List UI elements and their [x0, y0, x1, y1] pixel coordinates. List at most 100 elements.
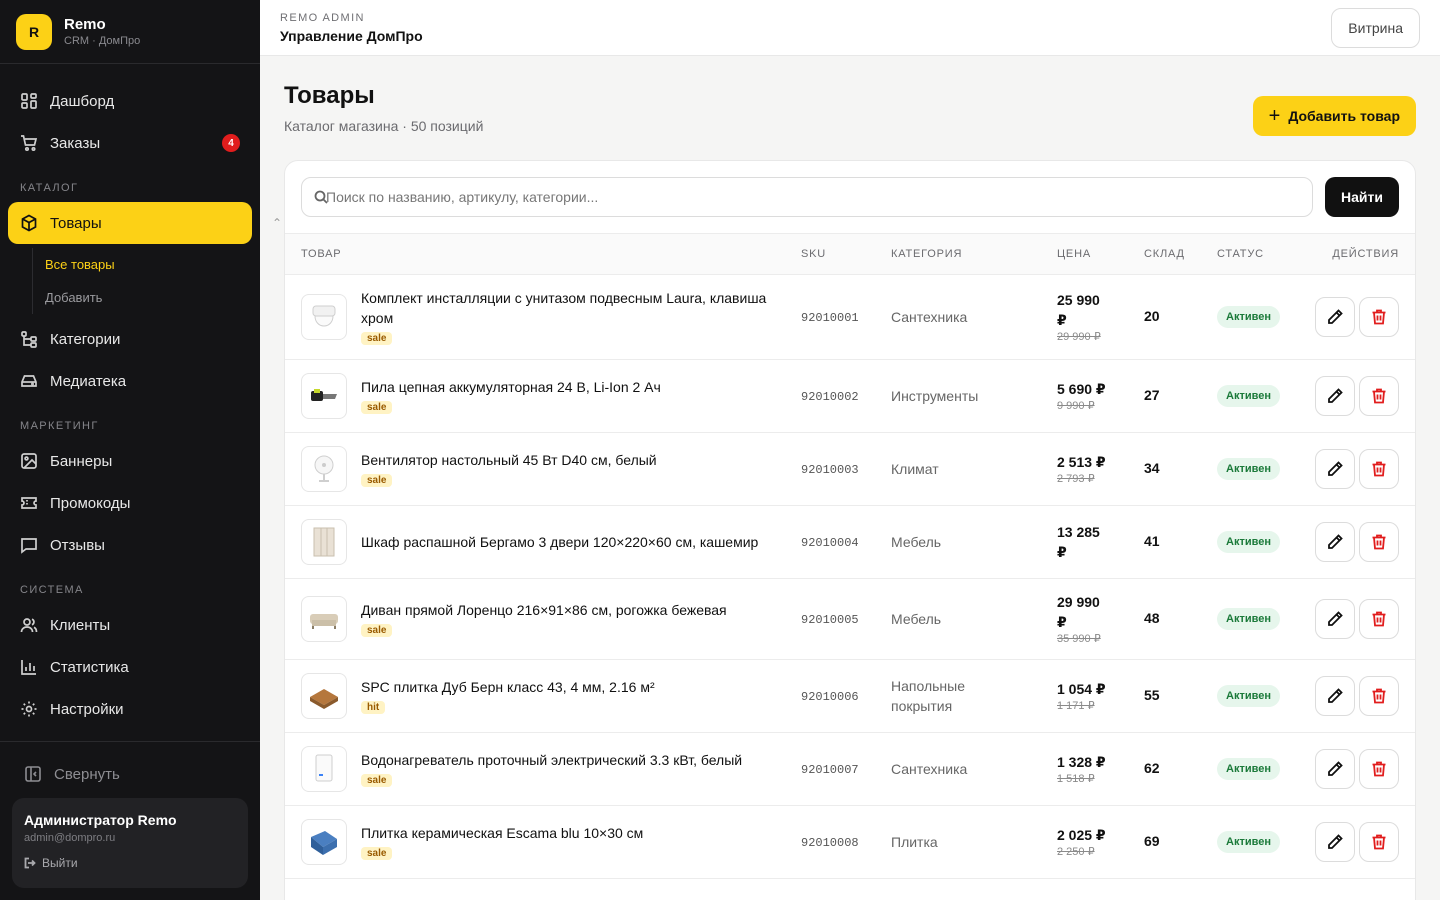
product-name[interactable]: Плитка керамическая Escama blu 10×30 см	[361, 823, 643, 843]
edit-button[interactable]	[1315, 748, 1355, 789]
search-input[interactable]	[302, 178, 1313, 216]
product-name[interactable]: Шкаф распашной Бергамо 3 двери 120×220×6…	[361, 532, 758, 552]
sidebar-item-settings[interactable]: Настройки	[8, 688, 252, 730]
product-price: 1 328 ₽	[1057, 753, 1106, 770]
user-name: Администратор Remo	[24, 812, 177, 828]
sidebar-item-media[interactable]: Медиатека	[8, 360, 252, 402]
col-header-price[interactable]: ЦЕНА	[1041, 234, 1128, 275]
product-sku: 92010006	[801, 689, 859, 704]
delete-button[interactable]	[1359, 521, 1399, 562]
product-name[interactable]: Комплект инсталляции с унитазом подвесны…	[361, 288, 769, 328]
product-tag: hit	[361, 700, 386, 714]
table-row[interactable]: SPC плитка Дуб Берн класс 43, 4 мм, 2.16…	[285, 659, 1415, 733]
delete-button[interactable]	[1359, 598, 1399, 639]
col-header-status[interactable]: СТАТУС	[1201, 234, 1296, 275]
product-old-price: 35 990 ₽	[1057, 632, 1101, 645]
subnav-item-add-product[interactable]: Добавить	[45, 281, 252, 314]
delete-button[interactable]	[1359, 296, 1399, 337]
product-cell: Шкаф распашной Бергамо 3 двери 120×220×6…	[301, 518, 769, 565]
row-actions	[1312, 598, 1399, 639]
sidebar-item-orders[interactable]: Заказы 4	[8, 122, 252, 164]
edit-button[interactable]	[1315, 675, 1355, 716]
sidebar-item-promocodes[interactable]: Промокоды	[8, 482, 252, 524]
pencil-icon	[1328, 687, 1343, 703]
table-row[interactable]: Пила цепная аккумуляторная 24 В, Li-Ion …	[285, 359, 1415, 433]
delete-button[interactable]	[1359, 375, 1399, 416]
edit-button[interactable]	[1315, 448, 1355, 489]
delete-button[interactable]	[1359, 675, 1399, 716]
edit-button[interactable]	[1315, 375, 1355, 416]
product-sku: 92010002	[801, 389, 859, 404]
edit-button[interactable]	[1315, 821, 1355, 862]
product-price: 13 285 ₽	[1057, 523, 1100, 560]
sidebar-item-banners[interactable]: Баннеры	[8, 440, 252, 482]
col-header-category[interactable]: КАТЕГОРИЯ	[875, 234, 1041, 275]
edit-button[interactable]	[1315, 598, 1355, 639]
pencil-icon	[1328, 833, 1343, 849]
delete-button[interactable]	[1359, 821, 1399, 862]
product-old-price: 1 518 ₽	[1057, 772, 1095, 785]
product-cell: Диван прямой Лоренцо 216×91×86 см, рогож…	[301, 595, 769, 642]
collapse-sidebar-button[interactable]: Свернуть	[12, 750, 248, 798]
status-badge: Активен	[1217, 457, 1280, 480]
product-price: 1 054 ₽	[1057, 680, 1106, 697]
table-row[interactable]	[285, 878, 1415, 900]
tree-icon	[20, 330, 38, 348]
delete-button[interactable]	[1359, 748, 1399, 789]
product-name[interactable]: Пила цепная аккумуляторная 24 В, Li-Ion …	[361, 377, 661, 397]
product-thumbnail	[301, 372, 347, 419]
product-stock: 20	[1144, 307, 1160, 324]
add-product-button[interactable]: + Добавить товар	[1252, 96, 1416, 136]
product-cell: Комплект инсталляции с унитазом подвесны…	[301, 288, 769, 346]
edit-button[interactable]	[1315, 521, 1355, 562]
sidebar-item-reviews[interactable]: Отзывы	[8, 524, 252, 566]
logout-button[interactable]: Выйти	[24, 856, 236, 870]
storefront-button[interactable]: Витрина	[1331, 7, 1420, 48]
table-row[interactable]: Диван прямой Лоренцо 216×91×86 см, рогож…	[285, 578, 1415, 660]
table-row[interactable]: Водонагреватель проточный электрический …	[285, 732, 1415, 806]
product-stock: 34	[1144, 459, 1160, 476]
table-row[interactable]: Комплект инсталляции с унитазом подвесны…	[285, 274, 1415, 360]
subnav-item-all-products[interactable]: Все товары	[45, 248, 252, 281]
pencil-icon	[1328, 533, 1343, 549]
product-name[interactable]: SPC плитка Дуб Берн класс 43, 4 мм, 2.16…	[361, 677, 655, 697]
col-header-sku[interactable]: SKU	[785, 234, 875, 275]
sidebar-footer: Свернуть Администратор Remo admin@dompro…	[0, 741, 260, 900]
table-row[interactable]: Шкаф распашной Бергамо 3 двери 120×220×6…	[285, 505, 1415, 579]
status-badge: Активен	[1217, 530, 1280, 553]
product-thumbnail	[301, 818, 347, 865]
product-thumbnail	[301, 518, 347, 565]
message-icon	[20, 536, 38, 554]
product-category: Сантехника	[891, 308, 968, 325]
sidebar-item-stats[interactable]: Статистика	[8, 646, 252, 688]
section-label-system: СИСТЕМА	[20, 584, 84, 596]
brand-name: Remo	[64, 16, 106, 33]
sidebar-item-dashboard[interactable]: Дашборд	[8, 80, 252, 122]
user-email: admin@dompro.ru	[24, 832, 116, 844]
product-sku: 92010001	[801, 310, 859, 325]
sidebar-item-label: Клиенты	[50, 616, 111, 634]
sidebar-item-products[interactable]: Товары ⌃	[8, 202, 282, 244]
product-price: 2 513 ₽	[1057, 453, 1106, 470]
search-button[interactable]: Найти	[1325, 177, 1399, 217]
product-sku: 92010007	[801, 762, 859, 777]
product-name[interactable]: Водонагреватель проточный электрический …	[361, 750, 742, 770]
col-header-product[interactable]: ТОВАР	[285, 234, 785, 275]
trash-icon	[1372, 688, 1386, 703]
sidebar-item-categories[interactable]: Категории	[8, 318, 252, 360]
status-badge: Активен	[1217, 830, 1280, 853]
product-stock: 69	[1144, 832, 1160, 849]
col-header-stock[interactable]: СКЛАД	[1128, 234, 1201, 275]
sidebar-item-clients[interactable]: Клиенты	[8, 604, 252, 646]
table-row[interactable]: Плитка керамическая Escama blu 10×30 см …	[285, 805, 1415, 879]
delete-button[interactable]	[1359, 448, 1399, 489]
table-row[interactable]: Вентилятор настольный 45 Вт D40 см, белы…	[285, 432, 1415, 506]
sidebar-item-label: Баннеры	[50, 452, 113, 470]
brand-logo: R	[16, 13, 52, 50]
logout-icon	[24, 857, 36, 869]
brand[interactable]: R Remo CRM · ДомПро	[0, 0, 260, 64]
edit-button[interactable]	[1315, 296, 1355, 337]
product-name[interactable]: Вентилятор настольный 45 Вт D40 см, белы…	[361, 450, 657, 470]
row-actions	[1312, 821, 1399, 862]
product-name[interactable]: Диван прямой Лоренцо 216×91×86 см, рогож…	[361, 600, 727, 620]
